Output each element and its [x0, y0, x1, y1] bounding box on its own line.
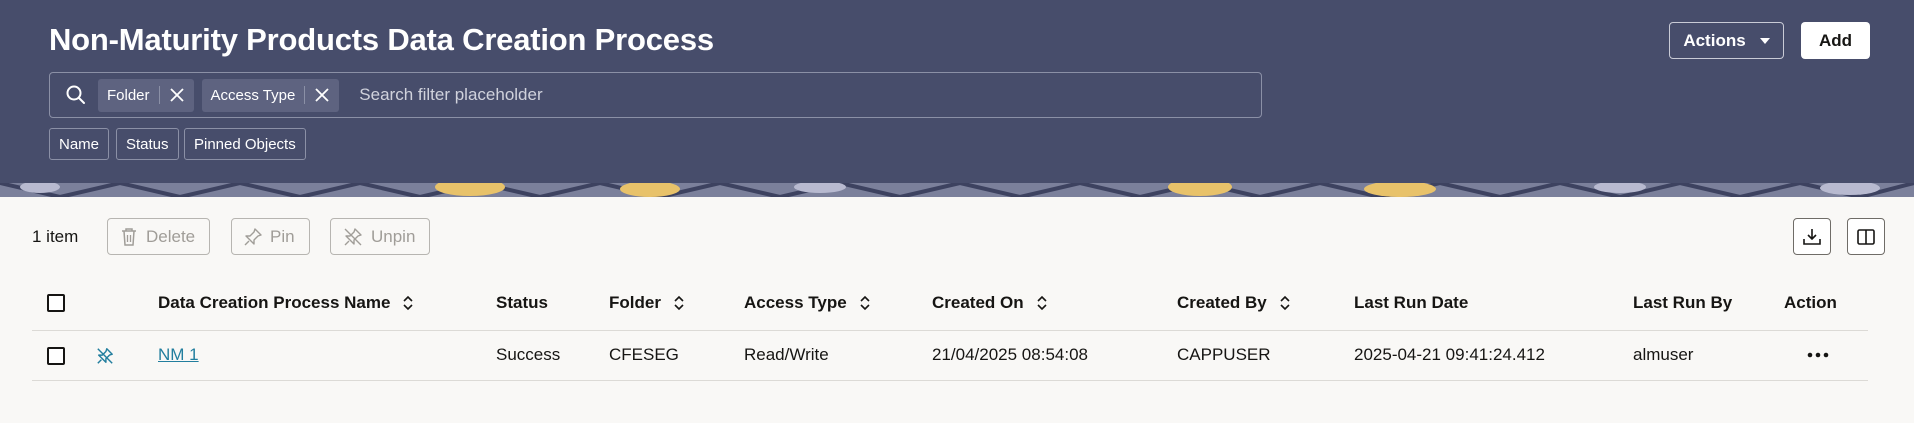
- select-all-checkbox[interactable]: [47, 294, 65, 312]
- column-header-action: Action: [1784, 293, 1837, 313]
- search-filter-bar[interactable]: Folder Access Type: [49, 72, 1262, 118]
- column-header-label: Created By: [1177, 293, 1267, 312]
- pin-icon: [244, 227, 262, 245]
- column-header-label: Access Type: [744, 293, 847, 312]
- caret-down-icon: [1759, 37, 1770, 44]
- unpin-button-label: Unpin: [371, 226, 416, 246]
- access-type-cell: Read/Write: [744, 345, 829, 364]
- column-header-label: Folder: [609, 293, 661, 312]
- unpin-button[interactable]: Unpin: [330, 218, 431, 255]
- column-header-last-run-date: Last Run Date: [1354, 293, 1468, 313]
- created-by-cell: CAPPUSER: [1177, 345, 1271, 364]
- column-header-status: Status: [496, 293, 548, 313]
- item-count: 1 item: [32, 227, 79, 246]
- filter-option-pinned-objects[interactable]: Pinned Objects: [184, 128, 306, 160]
- columns-icon: [1857, 228, 1875, 245]
- filter-chip-access-type: Access Type: [201, 78, 340, 112]
- column-toggle-button[interactable]: [1847, 218, 1885, 255]
- delete-button-label: Delete: [146, 226, 196, 246]
- folder-cell: CFESEG: [609, 345, 679, 364]
- column-header-label: Created On: [932, 293, 1024, 312]
- column-header-name[interactable]: Data Creation Process Name: [158, 293, 414, 313]
- column-header-label: Last Run Date: [1354, 293, 1469, 312]
- search-input[interactable]: [359, 75, 1261, 115]
- sort-icon: [1280, 295, 1290, 311]
- last-run-by-cell: almuser: [1633, 345, 1694, 364]
- export-button[interactable]: [1793, 218, 1831, 255]
- pin-button-label: Pin: [270, 226, 295, 246]
- actions-button[interactable]: Actions: [1669, 22, 1784, 59]
- unpin-icon: [344, 227, 362, 245]
- remove-folder-chip-close-icon[interactable]: [160, 79, 194, 112]
- column-header-folder[interactable]: Folder: [609, 293, 685, 313]
- trash-icon: [122, 227, 136, 246]
- process-name-link[interactable]: NM 1: [158, 345, 199, 365]
- row-divider: [32, 380, 1868, 381]
- page-header: Non-Maturity Products Data Creation Proc…: [0, 0, 1914, 183]
- filter-chip-folder: Folder: [98, 78, 194, 112]
- chip-label: Access Type: [210, 86, 296, 104]
- filter-option-name[interactable]: Name: [49, 128, 110, 160]
- remove-access-type-chip-close-icon[interactable]: [305, 79, 339, 112]
- search-icon: [66, 85, 85, 104]
- more-actions-icon[interactable]: [1803, 340, 1833, 370]
- last-run-date-cell: 2025-04-21 09:41:24.412: [1354, 345, 1545, 364]
- status-cell: Success: [496, 345, 561, 364]
- column-header-label: Status: [496, 293, 548, 312]
- download-icon: [1803, 228, 1821, 245]
- column-header-label: Data Creation Process Name: [158, 293, 391, 312]
- delete-button[interactable]: Delete: [107, 218, 211, 255]
- column-header-created-on[interactable]: Created On: [932, 293, 1048, 313]
- decorative-banner: [0, 183, 1914, 197]
- sort-icon: [403, 295, 414, 311]
- created-on-cell: 21/04/2025 08:54:08: [932, 345, 1088, 364]
- column-header-last-run-by: Last Run By: [1633, 293, 1732, 313]
- sort-icon: [674, 295, 684, 311]
- column-header-label: Last Run By: [1633, 293, 1733, 312]
- row-checkbox[interactable]: [47, 347, 65, 365]
- unpinned-status-icon[interactable]: [96, 347, 114, 365]
- column-header-access-type[interactable]: Access Type: [744, 293, 871, 313]
- chip-label: Folder: [107, 86, 150, 104]
- column-header-created-by[interactable]: Created By: [1177, 293, 1291, 313]
- sort-icon: [1037, 295, 1047, 311]
- header-divider: [32, 330, 1868, 331]
- column-header-label: Action: [1784, 293, 1837, 312]
- actions-button-label: Actions: [1683, 30, 1746, 50]
- add-button[interactable]: Add: [1801, 22, 1870, 59]
- filter-option-status[interactable]: Status: [116, 128, 179, 160]
- sort-icon: [860, 295, 870, 311]
- pin-button[interactable]: Pin: [231, 218, 310, 255]
- page-title: Non-Maturity Products Data Creation Proc…: [49, 22, 714, 57]
